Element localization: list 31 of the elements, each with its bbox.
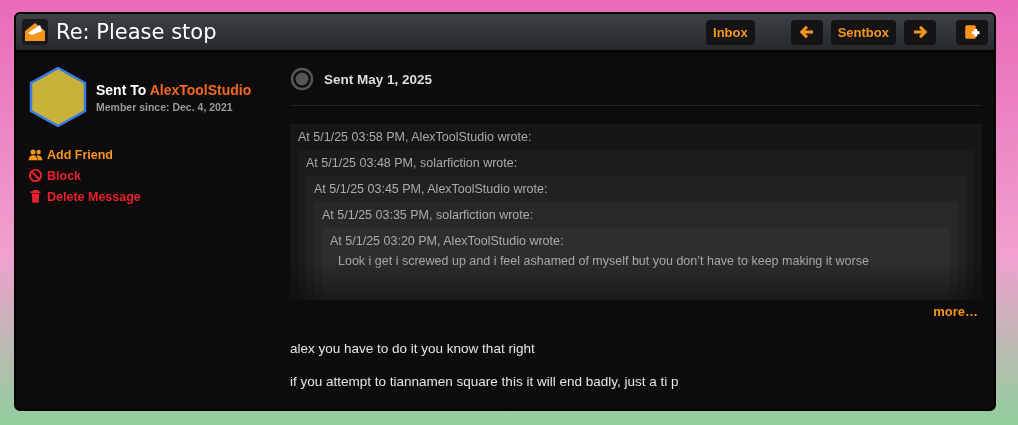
envelope-icon xyxy=(22,19,48,45)
plus-icon xyxy=(963,23,981,41)
arrow-right-icon xyxy=(911,23,929,41)
window-title: Re: Please stop xyxy=(56,20,218,44)
people-icon xyxy=(28,147,43,162)
quote-header: At 5/1/25 03:20 PM, AlexToolStudio wrote: xyxy=(330,234,565,248)
message-text: if you attempt to tiannamen square this it will end badly, just a ti p xyxy=(290,374,680,389)
sent-date: Sent May 1, 2025 xyxy=(324,71,433,87)
action-link[interactable]: Block xyxy=(28,168,278,183)
next-button[interactable] xyxy=(904,19,936,45)
quote-header: At 5/1/25 03:48 PM, solarfiction wrote: xyxy=(306,156,519,170)
quote-text: Look i get i screwed up and i feel ashamed of myself but you don’t have to keep making it worse xyxy=(337,254,870,268)
more-link[interactable]: more… xyxy=(933,304,978,319)
block-icon xyxy=(28,168,43,183)
previous-button[interactable] xyxy=(790,19,823,45)
quote-header: At 5/1/25 03:45 PM, AlexToolStudio wrote: xyxy=(314,182,549,196)
status-circle-icon xyxy=(290,67,314,91)
toolbar-button[interactable]: Inbox xyxy=(706,19,755,45)
avatar-image xyxy=(28,67,88,127)
compose-button[interactable] xyxy=(956,19,988,45)
message-text: alex you have to do it you know that right xyxy=(290,341,536,356)
quote-header: At 5/1/25 03:58 PM, AlexToolStudio wrote: xyxy=(298,130,533,144)
action-link[interactable]: Add Friend xyxy=(28,147,278,162)
quote-header: At 5/1/25 03:35 PM, solarfiction wrote: xyxy=(322,208,535,222)
toolbar-button[interactable]: Sentbox xyxy=(830,19,896,45)
member-since: Member since: Dec. 4, 2021 xyxy=(96,100,234,113)
arrow-left-icon xyxy=(797,23,816,41)
action-link[interactable]: Delete Message xyxy=(28,189,278,204)
recipient-label: Sent To AlexToolStudio xyxy=(96,81,252,98)
recipient-link[interactable]: AlexToolStudio xyxy=(149,81,252,98)
trash-icon xyxy=(28,189,43,204)
